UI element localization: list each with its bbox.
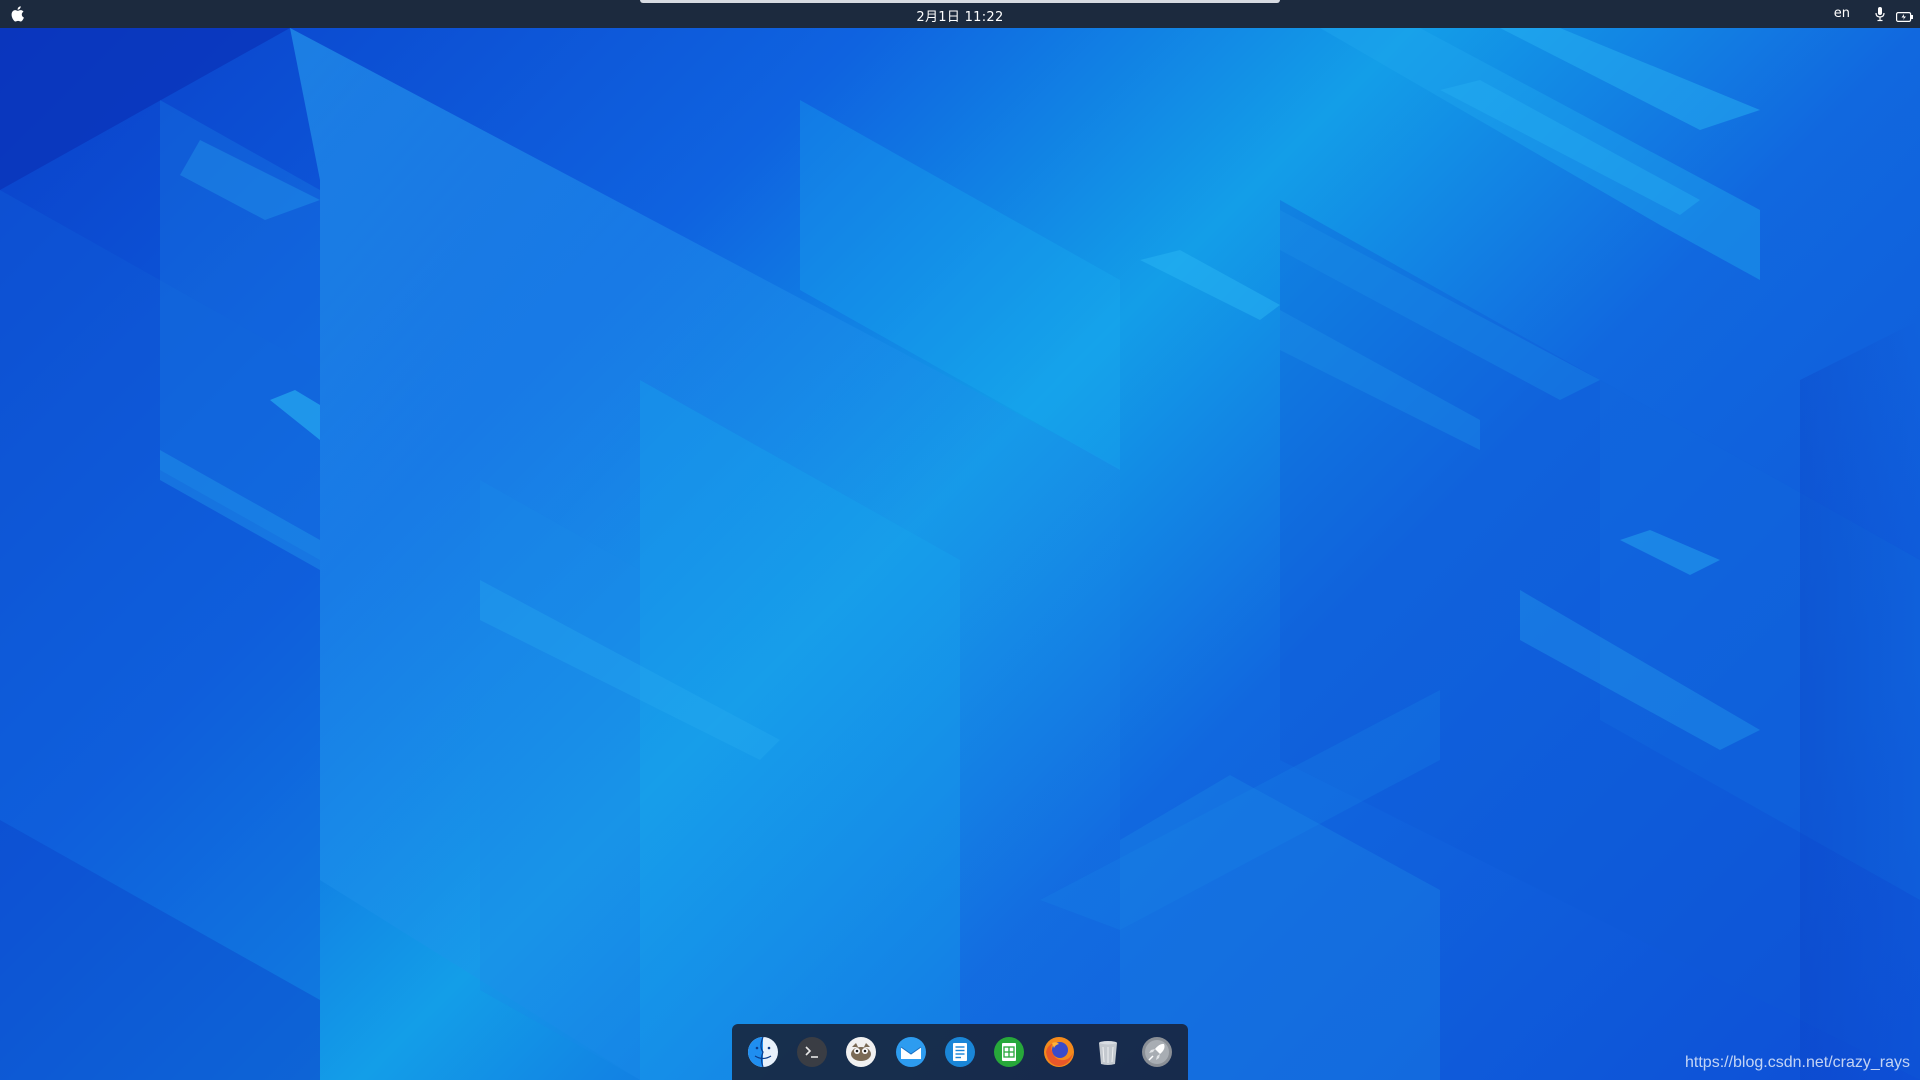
wallpaper xyxy=(0,28,1920,1080)
launchpad-icon xyxy=(1142,1037,1173,1067)
language-indicator[interactable]: en xyxy=(1834,6,1850,21)
dock xyxy=(732,1024,1188,1080)
dock-item-writer[interactable] xyxy=(942,1034,978,1070)
dock-item-launchpad[interactable] xyxy=(1139,1034,1175,1070)
terminal-icon xyxy=(796,1037,827,1067)
search-bar-handle[interactable] xyxy=(640,0,1280,3)
mail-icon xyxy=(895,1037,926,1067)
desktop[interactable]: 2月1日 11:22 en https://blog.csdn.net/craz… xyxy=(0,0,1920,1080)
gimp-icon xyxy=(846,1037,877,1067)
watermark-text: https://blog.csdn.net/crazy_rays xyxy=(1685,1054,1910,1071)
clock[interactable]: 2月1日 11:22 xyxy=(916,10,1003,25)
dock-item-firefox[interactable] xyxy=(1041,1034,1077,1070)
dock-item-gimp[interactable] xyxy=(843,1034,879,1070)
finder-icon xyxy=(747,1036,778,1068)
firefox-icon xyxy=(1043,1037,1074,1067)
dock-item-finder[interactable] xyxy=(745,1034,781,1070)
trash-icon xyxy=(1098,1041,1117,1065)
spreadsheet-icon xyxy=(994,1037,1025,1067)
dock-item-trash[interactable] xyxy=(1090,1034,1126,1070)
writer-icon xyxy=(944,1037,975,1067)
dock-item-terminal[interactable] xyxy=(794,1034,830,1070)
microphone-icon[interactable] xyxy=(1874,6,1886,22)
dock-item-spreadsheet[interactable] xyxy=(991,1034,1027,1070)
battery-icon[interactable] xyxy=(1896,8,1914,23)
top-panel: 2月1日 11:22 en xyxy=(0,0,1920,28)
dock-item-mail[interactable] xyxy=(893,1034,929,1070)
apple-icon[interactable] xyxy=(10,4,26,24)
